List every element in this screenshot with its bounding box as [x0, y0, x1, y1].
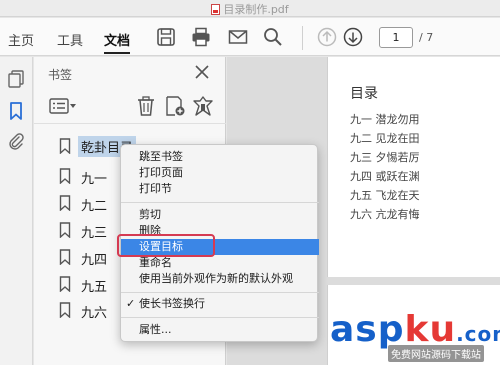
- toc-line: 九一 潜龙勿用: [350, 113, 420, 126]
- main-toolbar: 主页 工具 文档 1 / 7: [0, 18, 500, 56]
- toc-line: 九二 见龙在田: [350, 132, 420, 145]
- window-title: 目录制作.pdf: [0, 1, 500, 17]
- menu-separator: [121, 317, 319, 318]
- toc-line: 九五 飞龙在天: [350, 189, 420, 202]
- left-tool-strip: [0, 57, 33, 365]
- panel-title: 书签: [48, 68, 73, 82]
- bookmark-icon: [59, 276, 71, 292]
- page-number-input[interactable]: 1: [379, 27, 413, 48]
- watermark-brand-c: .com: [456, 322, 500, 346]
- window-title-text: 目录制作.pdf: [223, 3, 289, 16]
- toc-title: 目录: [350, 86, 378, 102]
- arrow-down-icon[interactable]: [342, 26, 364, 48]
- menu-item-use-current-appearance[interactable]: 使用当前外观作为新的默认外观: [121, 271, 319, 287]
- menu-item-rename[interactable]: 重命名: [121, 255, 319, 271]
- menu-item-label: 使长书签换行: [139, 297, 205, 310]
- toolbar-separator: [302, 26, 303, 50]
- panel-divider: [34, 123, 226, 124]
- tab-tools[interactable]: 工具: [57, 30, 83, 49]
- document-page: 目录 九一 潜龙勿用 九二 见龙在田 九三 夕惕若厉 九四 或跃在渊 九五 飞龙…: [327, 57, 500, 277]
- check-mark-icon: ✓: [126, 297, 136, 310]
- arrow-up-icon[interactable]: [316, 26, 338, 48]
- tab-document[interactable]: 文档: [104, 30, 131, 54]
- menu-separator: [121, 202, 319, 203]
- bookmark-label: 九四: [81, 253, 108, 268]
- menu-item-wrap-long-bookmarks[interactable]: ✓ 使长书签换行: [121, 296, 319, 312]
- close-icon[interactable]: [193, 63, 211, 81]
- bookmark-label: 九五: [81, 280, 108, 295]
- title-bar: 目录制作.pdf: [0, 0, 500, 17]
- pages-icon[interactable]: [6, 69, 26, 89]
- bookmark-icon: [59, 222, 71, 238]
- menu-item-print-section[interactable]: 打印节: [121, 181, 319, 197]
- bookmark-label: 九二: [81, 199, 108, 214]
- bookmark-icon: [59, 249, 71, 265]
- new-bookmark-icon[interactable]: [164, 95, 186, 117]
- bookmark-label: 九三: [81, 226, 108, 241]
- bookmark-label: 九一: [81, 172, 108, 187]
- menu-item-cut[interactable]: 剪切: [121, 207, 319, 223]
- bookmark-icon: [59, 195, 71, 211]
- watermark-brand-a: asp: [330, 309, 405, 350]
- page-total: / 7: [419, 31, 434, 44]
- menu-item-print-pages[interactable]: 打印页面: [121, 165, 319, 181]
- menu-item-properties[interactable]: 属性...: [121, 322, 319, 338]
- annotation-highlight-box: [117, 234, 215, 257]
- bookmark-icon[interactable]: [6, 101, 26, 121]
- search-icon[interactable]: [262, 26, 284, 48]
- toc-line: 九三 夕惕若厉: [350, 151, 420, 164]
- options-menu-icon[interactable]: [48, 95, 78, 117]
- pdf-file-icon: [211, 4, 221, 15]
- watermark-brand-b: ku: [404, 309, 457, 350]
- toc-line: 九六 亢龙有悔: [350, 208, 420, 221]
- bookmark-icon: [59, 302, 71, 318]
- menu-item-goto-bookmark[interactable]: 跳至书签: [121, 149, 319, 165]
- trash-icon[interactable]: [135, 95, 157, 117]
- print-icon[interactable]: [190, 26, 212, 48]
- watermark-subtitle: 免费网站源码下载站: [388, 345, 484, 362]
- expand-bookmark-icon[interactable]: [192, 95, 214, 117]
- watermark-logo: aspku.com: [330, 309, 500, 350]
- toc-line: 九四 或跃在渊: [350, 170, 420, 183]
- save-icon[interactable]: [155, 26, 177, 48]
- paperclip-icon[interactable]: [6, 131, 26, 151]
- mail-icon[interactable]: [227, 26, 249, 48]
- menu-separator: [121, 292, 319, 293]
- bookmark-icon: [59, 138, 71, 154]
- tab-home[interactable]: 主页: [8, 30, 34, 49]
- bookmark-label: 九六: [81, 306, 108, 321]
- bookmark-icon: [59, 168, 71, 184]
